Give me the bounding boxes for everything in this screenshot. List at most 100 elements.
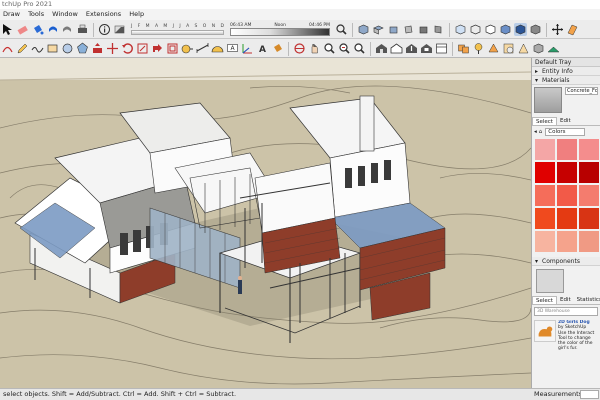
color-swatch[interactable] <box>535 139 555 160</box>
circle-icon[interactable] <box>61 42 74 55</box>
solid-outer-shell-icon[interactable] <box>472 42 485 55</box>
solid-union-icon[interactable] <box>457 42 470 55</box>
measurements-input[interactable] <box>580 390 599 399</box>
print-icon[interactable] <box>76 23 89 36</box>
tab-edit[interactable]: Edit <box>557 296 574 304</box>
model-info-icon[interactable] <box>98 23 111 36</box>
arc-icon[interactable] <box>1 42 14 55</box>
paint-bucket-icon[interactable] <box>31 23 44 36</box>
orbit-tool-icon[interactable] <box>293 42 306 55</box>
menu-window[interactable]: Window <box>49 9 81 20</box>
collection-select[interactable]: Colors <box>545 127 586 136</box>
tab-edit[interactable]: Edit <box>557 117 574 125</box>
materials-header[interactable]: ▾ Materials <box>532 76 600 85</box>
right-view-icon[interactable] <box>402 23 415 36</box>
solid-split-icon[interactable] <box>532 42 545 55</box>
solid-subtract-icon[interactable] <box>502 42 515 55</box>
wireframe-style-icon[interactable] <box>469 23 482 36</box>
pencil-icon[interactable] <box>16 42 29 55</box>
color-swatch[interactable] <box>557 231 577 252</box>
zoom-extents-icon[interactable] <box>338 42 351 55</box>
solid-intersect-icon[interactable] <box>487 42 500 55</box>
components-header[interactable]: ▾ Components <box>532 257 600 266</box>
tape-measure-icon[interactable] <box>181 42 194 55</box>
sandbox-icon[interactable] <box>547 42 560 55</box>
color-swatch[interactable] <box>579 208 599 229</box>
warehouse-search-input[interactable]: 3D Warehouse <box>534 307 598 316</box>
left-view-icon[interactable] <box>432 23 445 36</box>
time-slider-track[interactable] <box>230 28 330 36</box>
protractor-icon[interactable] <box>211 42 224 55</box>
material-thumbnail[interactable] <box>534 87 562 113</box>
hidden-line-style-icon[interactable] <box>484 23 497 36</box>
color-swatch[interactable] <box>579 162 599 183</box>
rotate-icon[interactable] <box>121 42 134 55</box>
tab-select[interactable]: Select <box>532 296 557 304</box>
tab-statistics[interactable]: Statistics <box>574 296 600 304</box>
front-view-icon[interactable] <box>387 23 400 36</box>
shaded-style-icon[interactable] <box>499 23 512 36</box>
previous-view-icon[interactable] <box>353 42 366 55</box>
monochrome-style-icon[interactable] <box>529 23 542 36</box>
xray-style-icon[interactable] <box>454 23 467 36</box>
offset-icon[interactable] <box>166 42 179 55</box>
material-name-field[interactable]: Concrete_Form <box>565 87 598 95</box>
menu-tools[interactable]: Tools <box>25 9 47 20</box>
color-swatch[interactable] <box>579 139 599 160</box>
move-icon[interactable] <box>106 42 119 55</box>
rectangle-icon[interactable] <box>46 42 59 55</box>
textured-style-icon[interactable] <box>514 23 527 36</box>
menu-help[interactable]: Help <box>126 9 147 20</box>
date-slider[interactable]: J F M A M J J A S O N D <box>131 21 224 38</box>
3d-text-icon[interactable]: A <box>256 42 269 55</box>
polygon-icon[interactable] <box>76 42 89 55</box>
freehand-icon[interactable] <box>31 42 44 55</box>
paint-bucket-icon[interactable] <box>271 42 284 55</box>
color-swatch[interactable] <box>535 208 555 229</box>
component-thumbnail[interactable] <box>536 269 564 293</box>
component-list-item[interactable]: 2D Girls Dog by SketchUp Use the Interac… <box>532 318 600 354</box>
orbit-icon[interactable] <box>551 23 564 36</box>
follow-me-icon[interactable] <box>151 42 164 55</box>
color-swatch[interactable] <box>557 208 577 229</box>
color-swatch[interactable] <box>535 231 555 252</box>
top-view-icon[interactable] <box>372 23 385 36</box>
color-swatch[interactable] <box>535 162 555 183</box>
color-swatch[interactable] <box>535 185 555 206</box>
section-plane-icon[interactable] <box>566 23 579 36</box>
solid-trim-icon[interactable] <box>517 42 530 55</box>
iso-view-icon[interactable] <box>357 23 370 36</box>
home-icon[interactable]: ⌂ <box>539 129 543 135</box>
menu-draw[interactable]: Draw <box>0 9 23 20</box>
color-swatch[interactable] <box>579 185 599 206</box>
color-swatch[interactable] <box>579 231 599 252</box>
zoom-icon[interactable] <box>335 23 348 36</box>
extension-warehouse-icon[interactable] <box>390 42 403 55</box>
model-viewport[interactable] <box>0 58 531 388</box>
date-slider-track[interactable] <box>131 30 224 35</box>
zoom-tool-icon[interactable] <box>323 42 336 55</box>
back-arrow-icon[interactable]: ◂ <box>534 129 537 135</box>
dimension-icon[interactable] <box>196 42 209 55</box>
redo-icon[interactable] <box>61 23 74 36</box>
pan-icon[interactable] <box>308 42 321 55</box>
back-view-icon[interactable] <box>417 23 430 36</box>
layout-icon[interactable] <box>435 42 448 55</box>
color-swatch[interactable] <box>557 162 577 183</box>
share-component-icon[interactable] <box>420 42 433 55</box>
tab-select[interactable]: Select <box>532 117 557 125</box>
axes-icon[interactable] <box>241 42 254 55</box>
eraser-icon[interactable] <box>16 23 29 36</box>
shadows-toggle-icon[interactable] <box>113 23 126 36</box>
warehouse-icon[interactable] <box>375 42 388 55</box>
time-slider[interactable]: 06:43 AM Noon 04:46 PM <box>230 21 330 38</box>
text-tool-icon[interactable]: A <box>226 42 239 55</box>
select-arrow-icon[interactable] <box>1 23 14 36</box>
color-swatch[interactable] <box>557 185 577 206</box>
menu-extensions[interactable]: Extensions <box>83 9 124 20</box>
scale-icon[interactable] <box>136 42 149 55</box>
push-pull-icon[interactable] <box>91 42 104 55</box>
entity-info-header[interactable]: ▸ Entity Info <box>532 67 600 76</box>
color-swatch[interactable] <box>557 139 577 160</box>
undo-icon[interactable] <box>46 23 59 36</box>
